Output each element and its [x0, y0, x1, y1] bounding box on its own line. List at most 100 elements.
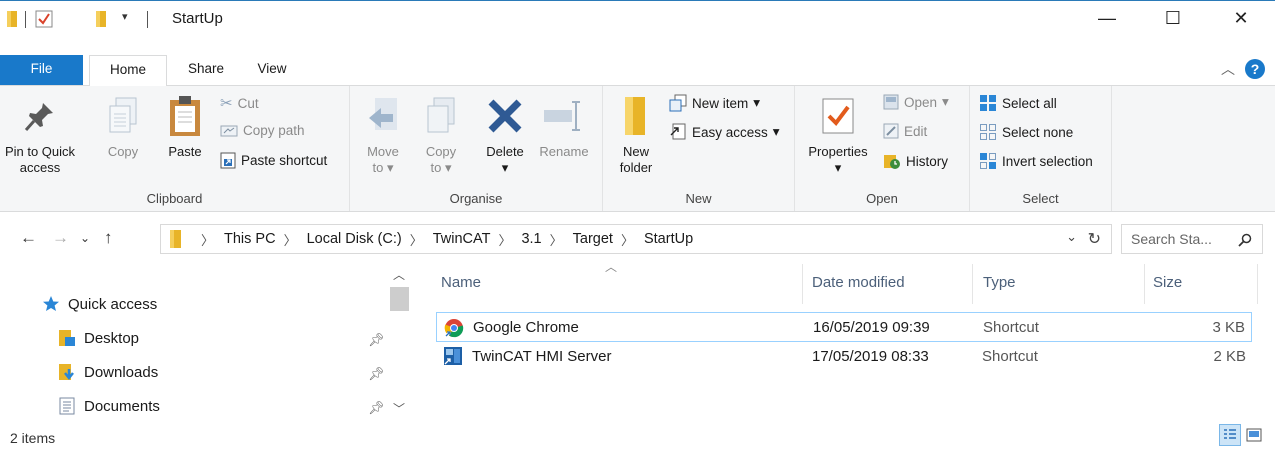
file-type: Shortcut — [983, 319, 1039, 336]
open-icon — [883, 94, 899, 110]
pin-icon[interactable]: 📌︎ — [368, 400, 385, 416]
chevron-right-icon[interactable]: 〉 — [498, 230, 511, 249]
pin-icon[interactable]: 📌︎ — [368, 366, 385, 382]
new-item-button[interactable]: New item ▾ — [669, 94, 760, 112]
column-header: ︿ Name Date modified Type Size — [432, 260, 1258, 306]
column-separator[interactable] — [802, 264, 803, 304]
clipboard-group-label: Clipboard — [146, 191, 203, 206]
open-button[interactable]: Open ▾ — [883, 94, 949, 110]
minimize-button[interactable]: — — [1084, 1, 1130, 35]
sidebar-item-desktop[interactable]: Desktop — [58, 329, 139, 347]
quick-access-item[interactable]: Quick access — [42, 295, 157, 313]
select-group: Select all Select none Invert selection … — [970, 86, 1112, 211]
search-placeholder: Search Sta... — [1131, 231, 1212, 247]
chevron-right-icon[interactable]: 〉 — [410, 230, 423, 249]
properties-button[interactable]: Properties ▾ — [803, 92, 873, 176]
copy-path-icon — [220, 125, 238, 136]
clipboard-group: Pin to Quick access Copy Paste ✂ Cut Cop… — [0, 86, 350, 211]
breadcrumb-target[interactable]: Target — [573, 231, 613, 247]
help-icon[interactable]: ? — [1245, 59, 1265, 79]
cut-button[interactable]: ✂ Cut — [220, 94, 259, 112]
checklist-icon — [35, 10, 53, 28]
clipboard-icon — [170, 96, 200, 136]
move-to-button[interactable]: Move to ▾ — [360, 92, 406, 176]
up-arrow-icon[interactable]: ↑ — [104, 228, 113, 248]
collapse-ribbon-icon[interactable]: ︿ — [1221, 59, 1235, 79]
tab-file[interactable]: File — [0, 55, 83, 85]
recent-locations-chevron-icon[interactable]: ⌄ — [80, 231, 90, 245]
paste-button[interactable]: Paste — [160, 92, 210, 160]
breadcrumb-startup[interactable]: StartUp — [644, 231, 693, 247]
breadcrumb-version[interactable]: 3.1 — [521, 231, 541, 247]
address-row: ← → ⌄ ↑ 〉 This PC 〉 Local Disk (C:) 〉 Tw… — [0, 222, 1275, 256]
maximize-button[interactable]: ☐ — [1150, 1, 1196, 35]
chrome-icon — [444, 319, 464, 338]
copy-path-button[interactable]: Copy path — [220, 123, 305, 138]
new-folder-button[interactable]: New folder — [613, 92, 659, 176]
quick-access-toolbar — [6, 10, 20, 28]
view-switcher — [1219, 424, 1265, 446]
pin-icon[interactable]: 📌︎ — [368, 332, 385, 348]
large-icons-view-button[interactable] — [1243, 424, 1265, 446]
column-type[interactable]: Type — [983, 274, 1016, 291]
delete-button[interactable]: Delete ▾ — [480, 92, 530, 176]
file-name: TwinCAT HMI Server — [472, 348, 612, 365]
file-row[interactable]: TwinCAT HMI Server 17/05/2019 08:33 Shor… — [436, 342, 1252, 372]
history-button[interactable]: History — [883, 152, 948, 170]
copy-button[interactable]: Copy — [103, 92, 143, 160]
rename-button[interactable]: Rename — [536, 92, 592, 160]
folder-icon — [7, 11, 17, 27]
close-button[interactable]: ✕ — [1218, 1, 1264, 35]
column-size[interactable]: Size — [1153, 274, 1182, 291]
select-none-button[interactable]: Select none — [979, 123, 1073, 141]
tab-home[interactable]: Home — [89, 55, 167, 86]
refresh-icon[interactable]: ↻ — [1088, 229, 1101, 249]
copy-to-button[interactable]: Copy to ▾ — [418, 92, 464, 176]
tab-view[interactable]: View — [246, 55, 298, 85]
properties-quick-button[interactable] — [35, 10, 53, 28]
scroll-up-icon[interactable]: ︿ — [393, 266, 405, 283]
pin-to-quick-access-button[interactable]: Pin to Quick access — [4, 92, 76, 176]
breadcrumb-twincat[interactable]: TwinCAT — [433, 231, 491, 247]
navpane-scrollbar[interactable] — [388, 262, 410, 422]
chevron-right-icon[interactable]: 〉 — [284, 230, 297, 249]
scroll-down-icon[interactable]: ﹀ — [393, 400, 405, 417]
column-separator[interactable] — [972, 264, 973, 304]
search-input[interactable]: Search Sta... — [1121, 224, 1263, 254]
ribbon-tabs: File Home Share View ︿ ? — [0, 55, 1275, 86]
tab-share[interactable]: Share — [175, 55, 237, 85]
chevron-right-icon[interactable]: 〉 — [550, 230, 563, 249]
column-separator[interactable] — [1144, 264, 1145, 304]
organise-group: Move to ▾ Copy to ▾ Delete ▾ Rename Orga… — [350, 86, 603, 211]
forward-arrow-icon[interactable]: → — [52, 228, 69, 248]
paste-shortcut-button[interactable]: Paste shortcut — [220, 152, 327, 169]
edit-button[interactable]: Edit — [883, 123, 927, 139]
back-arrow-icon[interactable]: ← — [20, 228, 37, 248]
column-date-modified[interactable]: Date modified — [812, 274, 905, 291]
file-row[interactable]: Google Chrome 16/05/2019 09:39 Shortcut … — [436, 312, 1252, 342]
customize-qat-dropdown-icon[interactable]: ▾ — [122, 10, 128, 23]
sidebar-item-downloads[interactable]: Downloads — [58, 363, 158, 381]
breadcrumb-local-disk[interactable]: Local Disk (C:) — [307, 231, 402, 247]
select-group-label: Select — [1022, 191, 1059, 206]
breadcrumb-this-pc[interactable]: This PC — [224, 231, 276, 247]
new-folder-quick-button[interactable] — [95, 10, 109, 28]
easy-access-button[interactable]: Easy access ▾ — [669, 123, 780, 141]
address-dropdown-chevron-icon[interactable]: ⌄ — [1066, 229, 1077, 245]
details-view-button[interactable] — [1219, 424, 1241, 446]
scrollbar-thumb[interactable] — [390, 287, 409, 311]
item-count: 2 items — [10, 430, 56, 446]
column-name[interactable]: Name — [441, 274, 481, 291]
column-separator[interactable] — [1257, 264, 1258, 304]
file-type: Shortcut — [982, 348, 1038, 365]
chevron-right-icon[interactable]: 〉 — [201, 230, 214, 249]
invert-selection-button[interactable]: Invert selection — [979, 152, 1093, 170]
downloads-folder-icon — [59, 364, 74, 381]
folder-icon — [96, 11, 106, 27]
select-all-button[interactable]: Select all — [979, 94, 1057, 112]
sidebar-item-documents[interactable]: Documents — [58, 397, 160, 415]
new-group-label: New — [685, 191, 712, 206]
chevron-right-icon[interactable]: 〉 — [621, 230, 634, 249]
address-bar[interactable]: 〉 This PC 〉 Local Disk (C:) 〉 TwinCAT 〉 … — [160, 224, 1112, 254]
file-date: 16/05/2019 09:39 — [813, 319, 930, 336]
